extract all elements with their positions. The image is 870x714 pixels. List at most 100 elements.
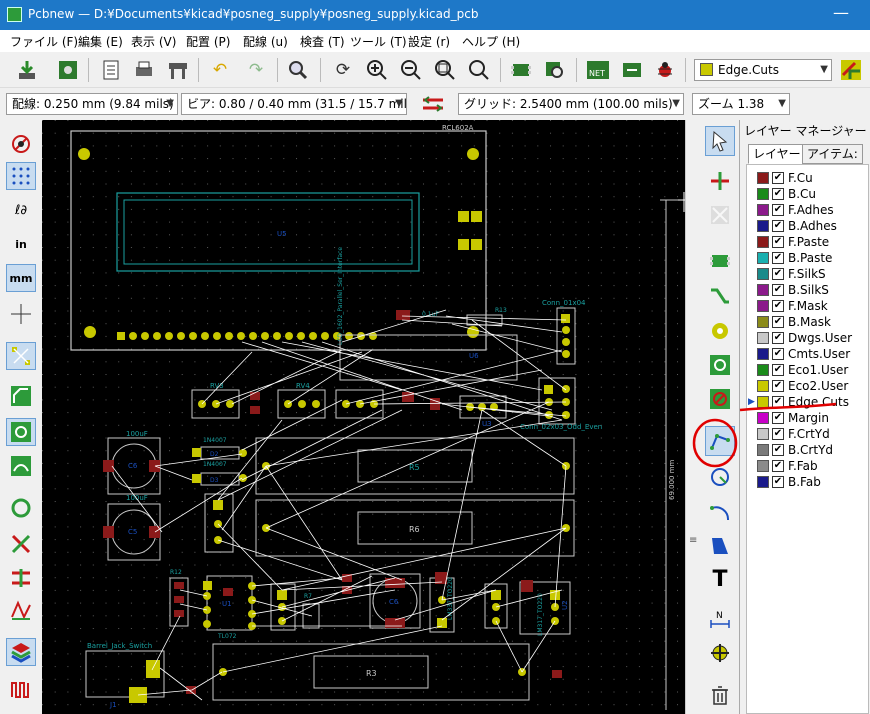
layer-row[interactable]: ✔ Eco1.User <box>747 362 869 378</box>
layer-color-swatch[interactable] <box>757 316 769 328</box>
track-width-select[interactable]: 配線: 0.250 mm (9.84 mils) * ▼ <box>6 93 178 115</box>
layer-visibility-checkbox[interactable]: ✔ <box>772 252 784 264</box>
save-board-icon[interactable] <box>14 57 40 83</box>
page-settings-icon[interactable] <box>98 57 124 83</box>
layer-row[interactable]: ✔ Cmts.User <box>747 346 869 362</box>
layer-row[interactable]: ✔ F.Adhes <box>747 202 869 218</box>
highlight-net-icon[interactable] <box>705 166 735 196</box>
layer-visibility-checkbox[interactable]: ✔ <box>772 172 784 184</box>
layer-row[interactable]: ✔ F.SilkS <box>747 266 869 282</box>
ratsnest-icon[interactable] <box>6 342 36 370</box>
drc-bug-icon[interactable] <box>652 57 678 83</box>
layer-visibility-checkbox[interactable]: ✔ <box>772 444 784 456</box>
layers-manager-icon[interactable] <box>6 638 36 666</box>
layer-row[interactable]: ✔ F.Cu <box>747 170 869 186</box>
outline-pads-icon[interactable] <box>6 494 36 522</box>
footprint-viewer-icon[interactable] <box>542 57 568 83</box>
layer-visibility-checkbox[interactable]: ✔ <box>772 380 784 392</box>
layer-color-swatch[interactable] <box>757 364 769 376</box>
menu-route[interactable]: 配線 (u) <box>243 33 288 50</box>
layer-color-swatch[interactable] <box>757 348 769 360</box>
layer-row[interactable]: ✔ F.Paste <box>747 234 869 250</box>
show-tracks-icon[interactable] <box>6 382 36 410</box>
layer-color-swatch[interactable] <box>757 204 769 216</box>
menu-edit[interactable]: 編集 (E) <box>78 33 123 50</box>
active-layer-select[interactable]: Edge.Cuts ▼ <box>694 59 832 81</box>
layer-row[interactable]: ✔ B.Adhes <box>747 218 869 234</box>
layer-row[interactable]: ✔ F.Fab <box>747 458 869 474</box>
layer-color-swatch[interactable] <box>757 236 769 248</box>
layer-row[interactable]: ✔ F.Mask <box>747 298 869 314</box>
show-pads-icon[interactable] <box>6 452 36 480</box>
layer-color-swatch[interactable] <box>757 284 769 296</box>
print-icon[interactable] <box>131 57 157 83</box>
layer-visibility-checkbox[interactable]: ✔ <box>772 364 784 376</box>
add-keepout-icon[interactable] <box>705 384 735 414</box>
local-ratsnest-icon[interactable] <box>705 200 735 230</box>
zoom-select[interactable]: ズーム 1.38 ▼ <box>692 93 790 115</box>
polar-coords-icon[interactable]: ℓ∂ <box>6 196 36 224</box>
redo-icon[interactable]: ↷ <box>243 57 269 83</box>
undo-icon[interactable]: ↶ <box>207 57 233 83</box>
layer-visibility-checkbox[interactable]: ✔ <box>772 188 784 200</box>
layer-visibility-checkbox[interactable]: ✔ <box>772 236 784 248</box>
zoom-selection-icon[interactable] <box>466 57 492 83</box>
layer-color-swatch[interactable] <box>757 460 769 472</box>
layer-color-swatch[interactable] <box>757 476 769 488</box>
via-size-select[interactable]: ビア: 0.80 / 0.40 mm (31.5 / 15.7 mils) * ▼ <box>181 93 407 115</box>
plot-icon[interactable] <box>165 57 191 83</box>
layer-row[interactable]: ✔ B.SilkS <box>747 282 869 298</box>
grid-toggle-icon[interactable] <box>6 162 36 190</box>
layer-visibility-checkbox[interactable]: ✔ <box>772 268 784 280</box>
board-setup-icon[interactable] <box>55 57 81 83</box>
menu-place[interactable]: 配置 (P) <box>186 33 230 50</box>
layer-visibility-checkbox[interactable]: ✔ <box>772 348 784 360</box>
layer-color-swatch[interactable] <box>757 252 769 264</box>
update-pcb-icon[interactable] <box>619 57 645 83</box>
find-icon[interactable] <box>285 57 311 83</box>
pcb-canvas[interactable]: RCL602A U5 LCD_1602_Parallel_Ser_Interfa… <box>42 120 685 714</box>
layer-pair-icon[interactable] <box>838 57 864 83</box>
layer-color-swatch[interactable] <box>757 188 769 200</box>
layer-visibility-checkbox[interactable]: ✔ <box>772 332 784 344</box>
zoom-in-icon[interactable] <box>364 57 390 83</box>
route-track-icon[interactable] <box>705 282 735 312</box>
layer-visibility-checkbox[interactable]: ✔ <box>772 204 784 216</box>
cursor-shape-icon[interactable] <box>6 300 36 328</box>
layer-visibility-checkbox[interactable]: ✔ <box>772 220 784 232</box>
units-mm-icon[interactable]: mm <box>6 264 36 292</box>
layer-row[interactable]: ✔ B.Mask <box>747 314 869 330</box>
refresh-icon[interactable]: ⟳ <box>330 57 356 83</box>
layer-row[interactable]: ✔ Eco2.User <box>747 378 869 394</box>
layer-color-swatch[interactable] <box>757 220 769 232</box>
layer-row[interactable]: ✔ F.CrtYd <box>747 426 869 442</box>
grid-select[interactable]: グリッド: 2.5400 mm (100.00 mils) ▼ <box>458 93 684 115</box>
drc-off-icon[interactable] <box>6 130 36 158</box>
layer-color-swatch[interactable] <box>757 172 769 184</box>
add-text-icon[interactable]: T <box>705 564 735 594</box>
layer-visibility-checkbox[interactable]: ✔ <box>772 300 784 312</box>
delete-trash-icon[interactable] <box>705 680 735 710</box>
layer-color-swatch[interactable] <box>757 380 769 392</box>
splitter-grip-icon[interactable]: ≡ <box>689 535 697 546</box>
layer-color-swatch[interactable] <box>757 444 769 456</box>
high-contrast-icon[interactable] <box>6 530 36 558</box>
layer-visibility-checkbox[interactable]: ✔ <box>772 476 784 488</box>
units-inch-icon[interactable]: in <box>6 230 36 258</box>
layer-alignment-target-icon[interactable] <box>705 638 735 668</box>
menu-tools[interactable]: ツール (T) <box>350 33 407 50</box>
menu-file[interactable]: ファイル (F) <box>10 33 78 50</box>
footprint-editor-icon[interactable] <box>508 57 534 83</box>
layer-visibility-checkbox[interactable]: ✔ <box>772 284 784 296</box>
add-arc-icon[interactable] <box>705 496 735 526</box>
zoom-out-icon[interactable] <box>398 57 424 83</box>
minimize-button[interactable]: — <box>812 0 870 30</box>
add-zone-icon[interactable] <box>705 350 735 380</box>
layer-row[interactable]: ✔ Dwgs.User <box>747 330 869 346</box>
add-polygon-icon[interactable] <box>705 530 735 560</box>
layer-row[interactable]: ✔ B.Paste <box>747 250 869 266</box>
menu-help[interactable]: ヘルプ (H) <box>462 33 520 50</box>
layer-color-swatch[interactable] <box>757 300 769 312</box>
zones-outline-icon[interactable] <box>6 596 36 624</box>
layer-color-swatch[interactable] <box>757 332 769 344</box>
